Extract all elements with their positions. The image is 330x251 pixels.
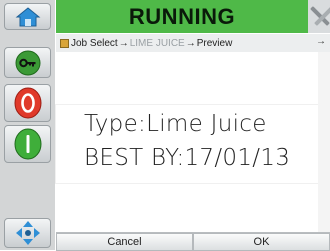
breadcrumb-more-arrow: → [316,36,326,47]
breadcrumb-separator: → [185,37,196,49]
tools-button[interactable] [308,0,330,33]
preview-canvas: Type:Lime Juice BEST BY:17/01/13 [56,52,318,232]
label-preview: Type:Lime Juice BEST BY:17/01/13 [56,105,318,183]
cancel-button[interactable]: Cancel [56,233,193,251]
key-icon [15,50,40,75]
job-icon [60,38,69,48]
ok-button[interactable]: OK [193,233,330,251]
tools-icon [310,6,330,26]
sidebar [0,0,55,250]
bottom-button-bar: Cancel OK [56,232,330,251]
breadcrumb-preview: Preview [196,37,233,49]
preview-area: Type:Lime Juice BEST BY:17/01/13 [56,52,330,232]
status-bar[interactable]: RUNNING [56,0,308,33]
label-line-type: Type:Lime Juice [84,111,267,137]
start-icon [14,128,41,160]
navigate-icon [15,221,40,245]
stop-button[interactable] [4,84,51,122]
login-button[interactable] [4,47,51,78]
navigate-button[interactable] [4,218,51,248]
stop-icon [14,87,41,119]
breadcrumb-job-name[interactable]: LIME JUICE [130,38,185,49]
status-text: RUNNING [128,3,236,29]
label-line-best-by: BEST BY:17/01/13 [84,145,291,171]
start-button[interactable] [4,125,51,163]
preview-scroll-strip [318,52,330,232]
breadcrumb-separator: → [118,37,129,49]
home-icon [15,6,40,26]
breadcrumb: Job Select → LIME JUICE → Preview → [56,34,330,52]
breadcrumb-job-select[interactable]: Job Select [71,38,118,49]
home-button[interactable] [4,3,51,30]
